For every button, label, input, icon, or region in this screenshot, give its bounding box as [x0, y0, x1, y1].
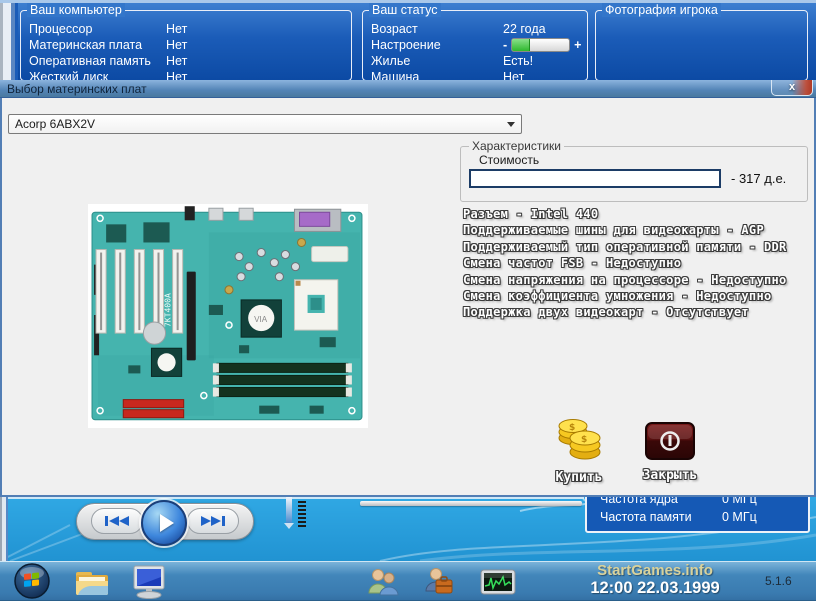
- game-clock: 12:00 22.03.1999: [545, 579, 765, 598]
- svg-text:$: $: [581, 435, 587, 445]
- group-title: Ваш компьютер: [27, 3, 125, 17]
- your-computer-group: Ваш компьютер ПроцессорНет Материнская п…: [20, 10, 352, 81]
- status-row: Возраст22 года: [371, 21, 587, 37]
- folder-icon: [72, 565, 112, 599]
- status-row: ЖильеЕсть!: [371, 53, 587, 69]
- desktop-strip: Частота ядра 0 МГц Частота памяти 0 МГц: [0, 497, 816, 561]
- hidden-window-edge: [360, 501, 582, 506]
- player-photo-group: Фотография игрока: [595, 10, 808, 81]
- tray-users-icon[interactable]: [366, 567, 400, 601]
- computer-row: Оперативная памятьНет: [29, 53, 351, 69]
- performance-monitor-icon: [480, 569, 516, 597]
- chevron-down-icon: [507, 122, 515, 127]
- cost-label: Стоимость: [479, 153, 539, 167]
- site-label: StartGames.info: [545, 563, 765, 579]
- your-status-group: Ваш статус Возраст22 года Настроение-+ Ж…: [362, 10, 588, 81]
- play-icon: [160, 514, 174, 532]
- status-row-mood: Настроение-+: [371, 37, 587, 53]
- frequency-row: Частота памяти 0 МГц: [600, 510, 800, 524]
- spec-line: Поддерживаемый тип оперативной памяти - …: [463, 239, 813, 255]
- mood-increase-button[interactable]: +: [574, 38, 581, 52]
- window-divider: [8, 497, 584, 499]
- row-value: Нет: [166, 22, 187, 36]
- motherboard-dialog: Выбор материнских плат x Acorp 6ABX2V Ха…: [0, 80, 816, 497]
- dialog-title: Выбор материнских плат: [7, 81, 147, 97]
- volume-slider-handle[interactable]: [286, 495, 292, 523]
- media-player-controls: [76, 503, 254, 540]
- previous-icon: [92, 509, 142, 533]
- row-value: Нет: [166, 54, 187, 68]
- version-label: 5.1.6: [765, 574, 792, 588]
- computer-row: ПроцессорНет: [29, 21, 351, 37]
- characteristics-title: Характеристики: [469, 139, 564, 153]
- power-icon: [645, 422, 695, 460]
- person-briefcase-icon: [422, 567, 456, 597]
- mood-progressbar: [511, 38, 570, 52]
- buy-button[interactable]: $ $ Купить: [537, 414, 621, 485]
- taskbar-explorer-button[interactable]: [72, 565, 112, 601]
- spec-line: Смена частот FSB - Недоступно: [463, 255, 813, 271]
- svg-text:7KT400A: 7KT400A: [164, 293, 173, 327]
- mood-decrease-button[interactable]: -: [503, 38, 507, 52]
- volume-slider-ticks: [298, 501, 306, 529]
- spec-line: Поддержка двух видеокарт - Отсутствует: [463, 304, 813, 320]
- dialog-close-x-button[interactable]: x: [771, 80, 813, 96]
- previous-track-button[interactable]: [91, 508, 143, 534]
- window-edge-left: [0, 3, 18, 83]
- spec-line: Поддерживаемые шины для видеокарты - AGP: [463, 222, 813, 238]
- tray-worker-icon[interactable]: [422, 567, 456, 601]
- cost-value: - 317 д.е.: [731, 171, 786, 186]
- svg-text:$: $: [569, 423, 575, 433]
- dialog-body: Acorp 6ABX2V Характеристики Стоимость - …: [0, 98, 816, 497]
- spec-list: Разъем - Intel 440 Поддерживаемые шины д…: [463, 206, 813, 321]
- close-button-label: Закрыть: [628, 468, 712, 483]
- row-value: Нет: [166, 38, 187, 52]
- motherboard-select[interactable]: Acorp 6ABX2V: [8, 114, 522, 134]
- spec-line: Разъем - Intel 440: [463, 206, 813, 222]
- next-track-button[interactable]: [187, 508, 239, 534]
- group-title: Фотография игрока: [602, 3, 721, 17]
- game-top-panel: Ваш компьютер ПроцессорНет Материнская п…: [0, 0, 816, 80]
- taskbar: StartGames.info 12:00 22.03.1999 5.1.6: [0, 561, 816, 601]
- spec-line: Смена напряжения на процессоре - Недосту…: [463, 272, 813, 288]
- motherboard-select-value: Acorp 6ABX2V: [15, 116, 95, 133]
- computer-row: Материнская платаНет: [29, 37, 351, 53]
- windows-logo-icon: [13, 563, 51, 599]
- screen: Ваш компьютер ПроцессорНет Материнская п…: [0, 0, 816, 601]
- taskbar-computer-button[interactable]: [128, 564, 170, 601]
- svg-text:VIA: VIA: [254, 315, 268, 324]
- start-button[interactable]: [13, 563, 51, 601]
- group-title: Ваш статус: [369, 3, 441, 17]
- dialog-titlebar: Выбор материнских плат x: [0, 80, 816, 98]
- next-icon: [188, 509, 238, 533]
- characteristics-group: Характеристики Стоимость - 317 д.е.: [460, 146, 808, 202]
- tray-performance-icon[interactable]: [480, 569, 516, 601]
- row-value: Есть!: [503, 54, 533, 68]
- row-value: 22 года: [503, 22, 546, 36]
- taskbar-clock-area: StartGames.info 12:00 22.03.1999: [545, 563, 765, 598]
- coins-icon: $ $: [555, 414, 603, 462]
- spec-line: Смена коэффициента умножения - Недоступн…: [463, 288, 813, 304]
- play-button[interactable]: [141, 500, 187, 546]
- motherboard-image: 7KT400A VIA: [88, 204, 368, 428]
- two-people-icon: [366, 567, 400, 597]
- frequency-value: 0 МГц: [722, 510, 757, 524]
- close-button[interactable]: Закрыть: [628, 414, 712, 483]
- mood-fill: [512, 39, 530, 51]
- cost-gauge: [469, 169, 721, 188]
- window-edge-left-bottom: [0, 497, 8, 561]
- buy-button-label: Купить: [537, 470, 621, 485]
- computer-icon: [128, 564, 170, 600]
